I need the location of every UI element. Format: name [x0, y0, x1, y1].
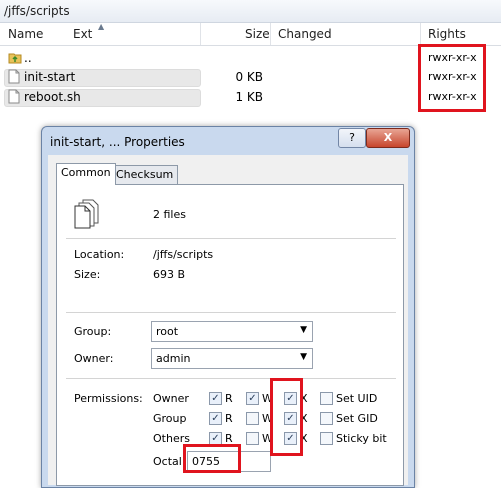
chevron-down-icon: ▼ — [300, 352, 307, 362]
common-panel: 2 files Location: /jffs/scripts Size: 69… — [56, 184, 404, 486]
column-header-row: Name Ext ▲ Size Changed Rights — [0, 22, 501, 46]
owner-value: admin — [156, 352, 191, 365]
set-gid-label: Set GID — [336, 412, 378, 425]
file-icon — [8, 69, 20, 87]
location-label: Location: — [74, 248, 125, 261]
group-write-checkbox[interactable] — [246, 412, 259, 425]
others-write-checkbox[interactable] — [246, 432, 259, 445]
column-ext[interactable]: Ext — [73, 27, 92, 41]
read-letter: R — [225, 412, 233, 425]
sticky-bit-checkbox[interactable] — [320, 432, 333, 445]
multiple-files-icon — [74, 199, 100, 232]
group-select[interactable]: root ▼ — [151, 321, 313, 342]
file-icon — [8, 89, 20, 107]
dialog-title: init-start, ... Properties — [50, 135, 185, 149]
perm-owner-label: Owner — [153, 392, 189, 405]
octal-label: Octal: — [153, 455, 186, 468]
column-name[interactable]: Name — [8, 27, 43, 41]
file-name: .. — [24, 51, 32, 65]
octal-highlight — [183, 444, 241, 473]
column-changed[interactable]: Changed — [278, 27, 332, 41]
tab-common[interactable]: Common — [56, 163, 116, 185]
file-name: init-start — [24, 70, 76, 84]
path-text: /jffs/scripts — [4, 4, 70, 18]
file-size: 0 KB — [235, 70, 263, 84]
set-gid-checkbox[interactable] — [320, 412, 333, 425]
exec-highlight — [270, 378, 303, 456]
set-uid-label: Set UID — [336, 392, 378, 405]
rights-highlight — [418, 44, 486, 112]
location-value: /jffs/scripts — [153, 248, 214, 261]
file-size: 1 KB — [235, 90, 263, 104]
folder-up-icon — [8, 50, 22, 67]
size-value: 693 B — [153, 268, 186, 281]
path-bar: /jffs/scripts — [0, 0, 501, 23]
tab-checksum[interactable]: Checksum — [111, 165, 179, 184]
dialog-body: Common Checksum 2 files Location: /jffs/… — [48, 155, 408, 486]
chevron-down-icon: ▼ — [300, 325, 307, 335]
owner-write-checkbox[interactable]: ✓ — [246, 392, 259, 405]
read-letter: R — [225, 392, 233, 405]
file-name: reboot.sh — [24, 90, 81, 104]
permissions-label: Permissions: — [74, 392, 143, 405]
owner-label: Owner: — [74, 352, 114, 365]
properties-dialog: init-start, ... Properties ? X Common Ch… — [41, 126, 415, 488]
group-value: root — [156, 325, 179, 338]
close-button[interactable]: X — [366, 128, 410, 148]
group-read-checkbox[interactable]: ✓ — [209, 412, 222, 425]
group-label: Group: — [74, 325, 112, 338]
size-label: Size: — [74, 268, 101, 281]
perm-group-label: Group — [153, 412, 187, 425]
set-uid-checkbox[interactable] — [320, 392, 333, 405]
column-rights[interactable]: Rights — [428, 27, 466, 41]
owner-select[interactable]: admin ▼ — [151, 348, 313, 369]
owner-read-checkbox[interactable]: ✓ — [209, 392, 222, 405]
sticky-bit-label: Sticky bit — [336, 432, 387, 445]
sort-ascending-icon: ▲ — [98, 22, 105, 31]
help-button[interactable]: ? — [338, 128, 366, 148]
file-count: 2 files — [153, 208, 186, 221]
column-size[interactable]: Size — [245, 27, 270, 41]
